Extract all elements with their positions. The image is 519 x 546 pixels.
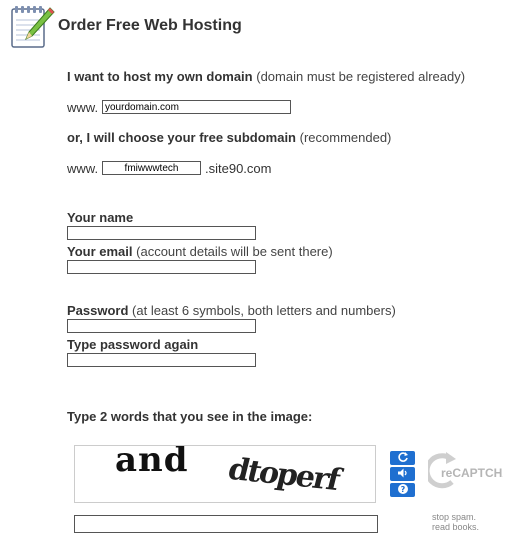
subdomain-label-bold: or, I will choose your free subdomain xyxy=(67,130,296,145)
page-title: Order Free Web Hosting xyxy=(58,17,242,34)
help-icon: ? xyxy=(397,483,409,498)
captcha-audio-button[interactable] xyxy=(390,467,415,481)
name-label-bold: Your name xyxy=(67,210,134,225)
captcha-instruction: Type 2 words that you see in the image: xyxy=(67,409,312,424)
subdomain-label-note: (recommended) xyxy=(299,130,392,145)
recaptcha-tagline-2: read books. xyxy=(432,522,480,532)
captcha-help-button[interactable]: ? xyxy=(390,483,415,497)
own-domain-prefix: www. xyxy=(67,100,99,115)
password-label: Password (at least 6 symbols, both lette… xyxy=(67,303,396,318)
recaptcha-brand-text: reCAPTCHA™ xyxy=(441,466,503,480)
own-domain-label-note: (domain must be registered already) xyxy=(256,69,466,84)
captcha-refresh-button[interactable] xyxy=(390,451,415,465)
captcha-word-1: and xyxy=(115,445,189,480)
captcha-response-input[interactable] xyxy=(74,515,378,533)
own-domain-label-bold: I want to host my own domain xyxy=(67,69,253,84)
password-label-note: (at least 6 symbols, both letters and nu… xyxy=(132,303,396,318)
email-input[interactable] xyxy=(67,260,256,274)
email-label: Your email (account details will be sent… xyxy=(67,244,333,259)
subdomain-suffix: .site90.com xyxy=(205,161,272,176)
password-again-label: Type password again xyxy=(67,337,198,352)
password-input[interactable] xyxy=(67,319,256,333)
password-again-input[interactable] xyxy=(67,353,256,367)
audio-icon xyxy=(397,467,409,482)
captcha-word-2: dtoperf xyxy=(224,452,343,498)
subdomain-prefix: www. xyxy=(67,161,99,176)
refresh-icon xyxy=(397,451,409,466)
notepad-pencil-icon xyxy=(10,4,55,49)
email-label-note: (account details will be sent there) xyxy=(136,244,333,259)
captcha-instruction-text: Type 2 words that you see in the image: xyxy=(67,409,313,424)
own-domain-input[interactable] xyxy=(102,100,291,114)
recaptcha-logo: reCAPTCHA™ xyxy=(424,450,519,495)
name-label: Your name xyxy=(67,210,133,225)
email-label-bold: Your email xyxy=(67,244,133,259)
password-again-label-bold: Type password again xyxy=(67,337,199,352)
name-input[interactable] xyxy=(67,226,256,240)
subdomain-input[interactable] xyxy=(102,161,201,175)
svg-text:?: ? xyxy=(400,485,405,494)
recaptcha-tagline-1: stop spam. xyxy=(432,512,477,522)
subdomain-label: or, I will choose your free subdomain (r… xyxy=(67,130,391,145)
password-label-bold: Password xyxy=(67,303,129,318)
own-domain-label: I want to host my own domain (domain mus… xyxy=(67,69,465,84)
captcha-image: and dtoperf xyxy=(74,445,376,503)
